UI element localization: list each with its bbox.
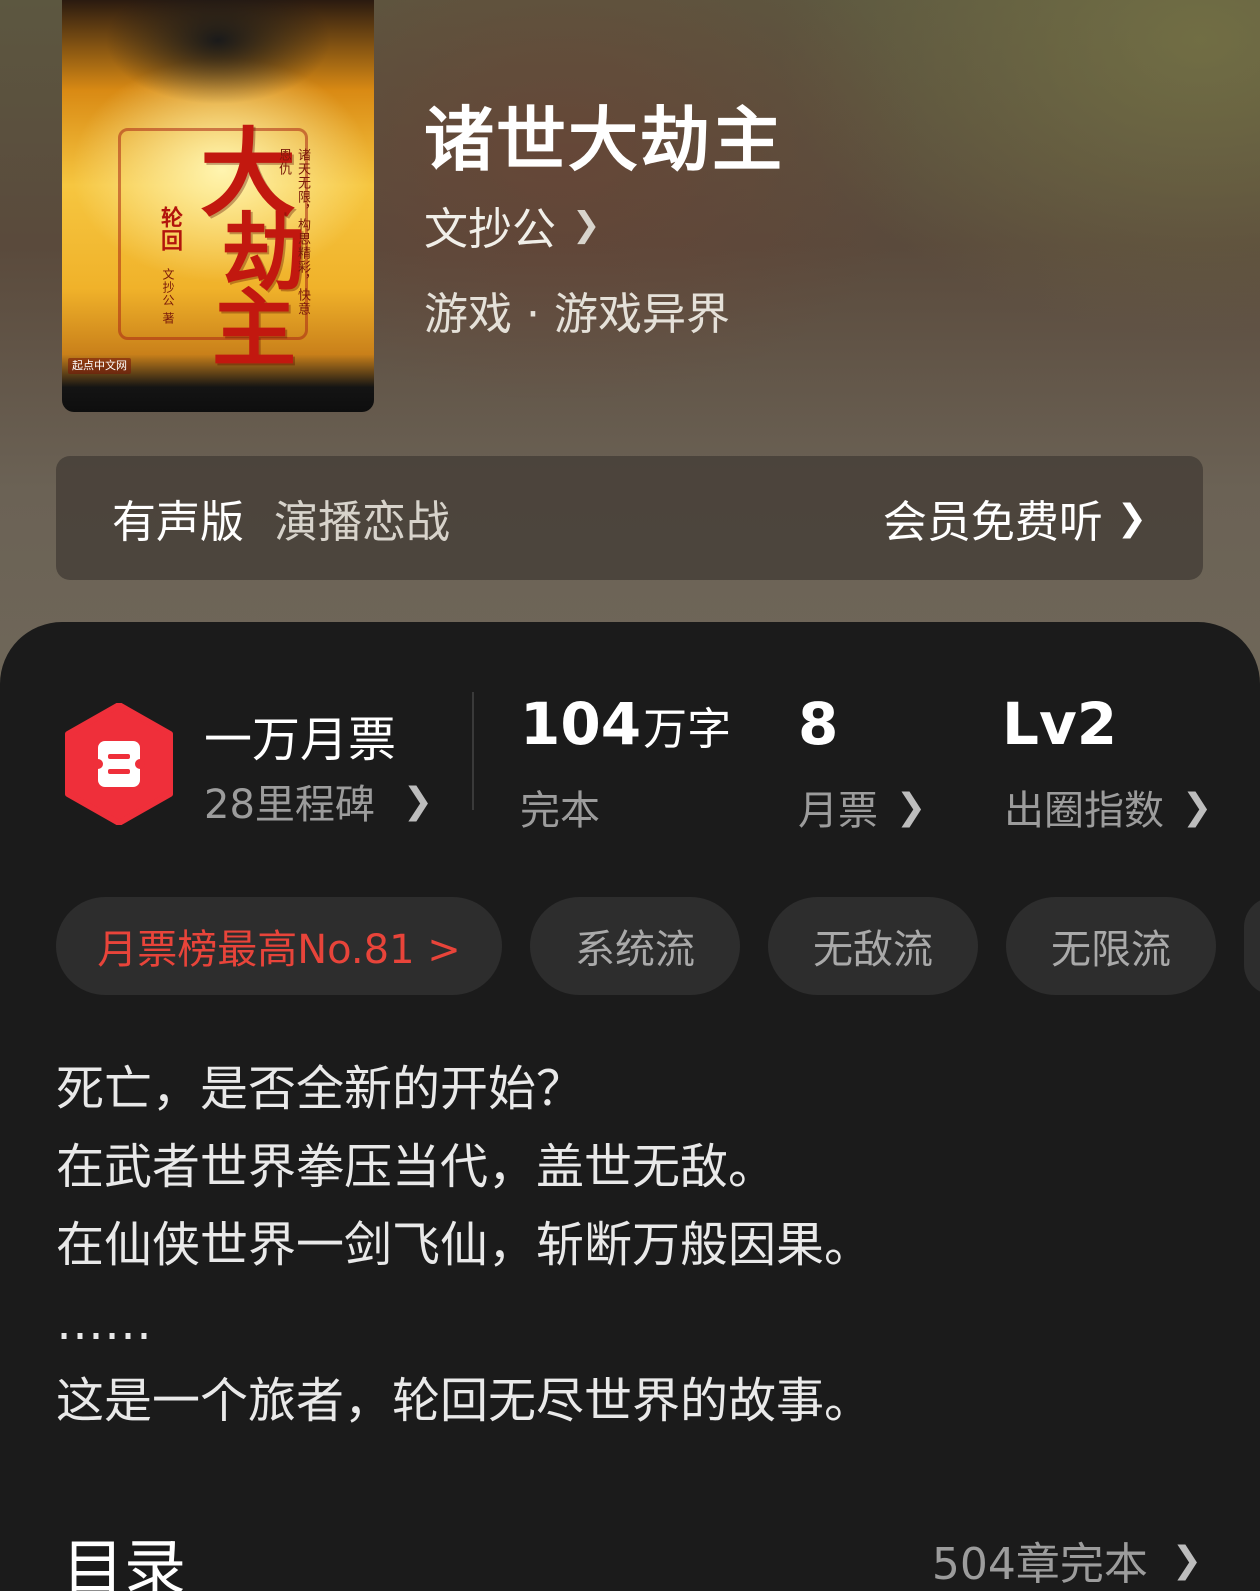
stats-divider <box>472 692 474 810</box>
ticket-hexagon-icon[interactable] <box>64 703 174 825</box>
chevron-right-icon: ❯ <box>896 786 927 828</box>
status-text: 完本 <box>520 788 600 834</box>
author-link[interactable]: 文抄公 ❯ <box>424 193 601 257</box>
audio-label: 有声版 <box>112 497 244 548</box>
toc-title[interactable]: 目录 <box>62 1518 186 1591</box>
member-free-listen-button[interactable]: 会员免费听 ❯ <box>883 486 1147 550</box>
tag-chip[interactable]: 无敌流 <box>768 897 978 995</box>
intro-line: 这是一个旅者，轮回无尽世界的故事。 <box>56 1373 873 1429</box>
toc-count: 504章完本 <box>931 1539 1148 1590</box>
chevron-right-icon: ❯ <box>572 205 601 245</box>
intro-line: 在仙侠世界一剑飞仙，斩断万般因果。 <box>56 1217 873 1273</box>
month-tickets-label: 月票 <box>798 788 878 834</box>
tag-chip[interactable]: 系统流 <box>530 897 740 995</box>
cover-series-mark: 轮回 <box>157 206 183 252</box>
audio-narrator: 演播恋战 <box>274 497 450 548</box>
monthly-ticket-title: 一万月票 <box>204 712 397 768</box>
genre-sub[interactable]: 游戏异界 <box>554 289 730 340</box>
genre-separator: · <box>526 289 540 340</box>
milestones-label: 28里程碑 <box>204 782 375 828</box>
author-name: 文抄公 <box>424 204 556 255</box>
word-count-value: 104 <box>520 690 642 758</box>
chevron-right-icon: ❯ <box>1182 786 1213 828</box>
cover-publisher: 起点中文网 <box>68 358 131 374</box>
member-free-listen-label: 会员免费听 <box>882 497 1103 548</box>
popularity-index-label: 出圈指数 <box>1004 788 1164 834</box>
month-tickets-link[interactable]: 月票 ❯ <box>798 778 926 836</box>
audio-version-bar[interactable]: 有声版 演播恋战 会员免费听 ❯ <box>56 456 1203 580</box>
book-title: 诸世大劫主 <box>424 98 784 181</box>
tag-chip[interactable]: 无限流 <box>1006 897 1216 995</box>
book-cover[interactable]: 大 劫 主 轮回 诸天无限，构思精彩，快意恩仇 文抄公 著 起点中文网 <box>62 0 374 412</box>
intro-line: 在武者世界拳压当代，盖世无敌。 <box>56 1139 777 1195</box>
intro-line: 死亡，是否全新的开始？ <box>56 1061 585 1117</box>
cover-tagline: 诸天无限，构思精彩，快意恩仇 <box>276 148 310 316</box>
popularity-level: Lv2 <box>1002 690 1118 758</box>
cover-author-mark: 文抄公 著 <box>161 268 175 325</box>
status-label: 完本 <box>520 778 600 836</box>
chevron-right-icon: ❯ <box>1171 1539 1202 1581</box>
month-tickets-value: 8 <box>798 690 839 758</box>
genre-main[interactable]: 游戏 <box>424 289 512 340</box>
word-count-unit: 万字 <box>643 704 732 755</box>
chevron-right-icon: ❯ <box>1116 497 1147 539</box>
book-intro[interactable]: 死亡，是否全新的开始？ 在武者世界拳压当代，盖世无敌。 在仙侠世界一剑飞仙，斩断… <box>56 1050 1206 1440</box>
milestones-link[interactable]: 28里程碑 ❯ <box>204 772 433 830</box>
popularity-index-link[interactable]: 出圈指数 ❯ <box>1004 778 1212 836</box>
word-count: 104万字 <box>520 690 731 758</box>
chevron-right-icon: ❯ <box>402 780 434 822</box>
genre-line: 游戏 · 游戏异界 <box>424 278 730 342</box>
toc-link[interactable]: 504章完本 ❯ <box>932 1528 1202 1591</box>
intro-line: …… <box>56 1295 152 1351</box>
rank-chip[interactable]: 月票榜最高No.81 > <box>56 897 502 995</box>
